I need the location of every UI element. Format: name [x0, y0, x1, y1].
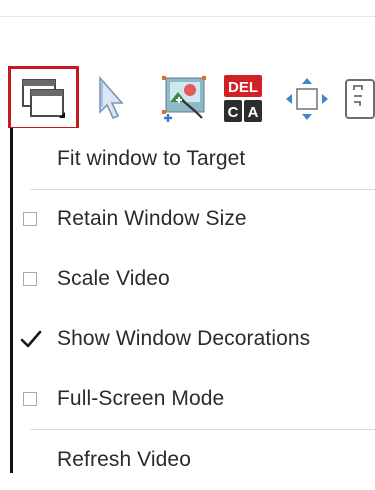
window-options-button[interactable] — [8, 66, 79, 130]
menu-item-label: Show Window Decorations — [57, 327, 311, 350]
menu-item-label: Refresh Video — [57, 448, 191, 471]
menu-item-fit-window-to-target[interactable]: Fit window to Target — [13, 129, 375, 189]
move-arrows-icon — [286, 78, 328, 120]
a-key-label: A — [248, 104, 259, 121]
menu-item-label: Scale Video — [57, 267, 170, 290]
cursor-icon — [99, 75, 124, 120]
checkbox[interactable] — [23, 212, 37, 226]
pointer-button[interactable] — [92, 66, 142, 130]
ctrl-alt-del-icon: DEL C A — [224, 75, 262, 122]
windows-icon — [22, 79, 65, 118]
select-area-icon — [162, 76, 206, 122]
checkbox[interactable] — [23, 392, 37, 406]
menu-item-scale-video[interactable]: Scale Video — [13, 249, 375, 309]
checkmark-icon — [20, 330, 42, 348]
c-key-label: C — [228, 104, 239, 121]
toolbar: DEL C A — [0, 66, 375, 130]
clipboard-icon — [345, 79, 375, 119]
menu-item-full-screen-mode[interactable]: Full-Screen Mode — [13, 369, 375, 429]
ctrl-alt-del-button[interactable]: DEL C A — [218, 66, 268, 130]
menu-item-label: Full-Screen Mode — [57, 387, 225, 410]
checkbox[interactable] — [23, 272, 37, 286]
clipboard-button[interactable] — [342, 66, 375, 130]
menu-item-show-window-decorations[interactable]: Show Window Decorations — [13, 309, 375, 369]
menu-item-refresh-video[interactable]: Refresh Video — [13, 430, 375, 490]
window-options-menu: Fit window to Target Retain Window Size … — [0, 128, 375, 473]
move-window-button[interactable] — [282, 66, 332, 130]
menu-item-label: Retain Window Size — [57, 207, 247, 230]
top-divider — [0, 16, 375, 17]
menu-item-label: Fit window to Target — [57, 147, 246, 170]
del-key-label: DEL — [228, 79, 258, 96]
select-area-button[interactable] — [150, 66, 206, 130]
menu-item-retain-window-size[interactable]: Retain Window Size — [13, 189, 375, 249]
